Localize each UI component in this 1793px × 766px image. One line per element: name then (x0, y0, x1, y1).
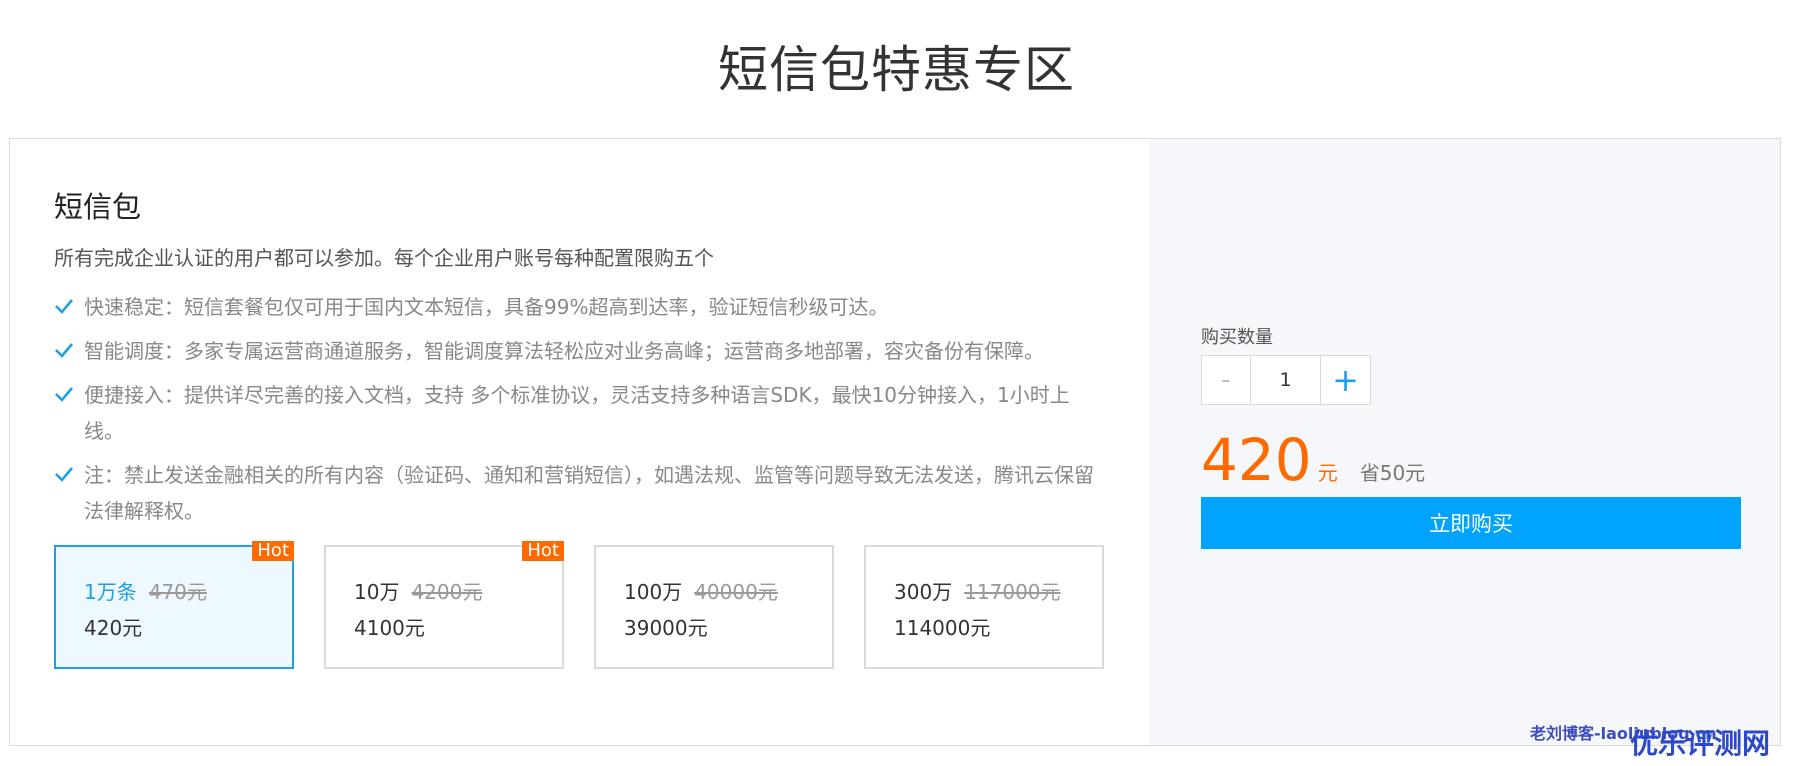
feature-text: 便捷接入：提供详尽完善的接入文档，支持 多个标准协议，灵活支持多种语言SDK，最… (84, 383, 1070, 443)
hot-badge: Hot (522, 541, 564, 561)
option-old-price: 470元 (148, 580, 207, 604)
decrease-button[interactable]: - (1201, 355, 1251, 405)
feature-text: 智能调度：多家专属运营商通道服务，智能调度算法轻松应对业务高峰；运营商多地部署，… (84, 339, 1044, 363)
page-title: 短信包特惠专区 (718, 41, 1075, 99)
total-price: 420 (1201, 426, 1312, 494)
option-100k[interactable]: Hot 10万 4200元 4100元 (324, 541, 564, 669)
feature-text: 快速稳定：短信套餐包仅可用于国内文本短信，具备99%超高到达率，验证短信秒级可达… (84, 295, 889, 319)
price-unit: 元 (1317, 461, 1338, 485)
feature-text: 注：禁止发送金融相关的所有内容（验证码、通知和营销短信），如遇法规、监管等问题导… (84, 463, 1094, 523)
buy-now-button[interactable]: 立即购买 (1201, 497, 1741, 549)
option-price: 114000元 (894, 616, 991, 640)
option-price: 39000元 (624, 616, 708, 640)
price-row: 420 元省50元 (1201, 427, 1425, 493)
option-3m[interactable]: 300万 117000元 114000元 (864, 545, 1104, 669)
check-icon (55, 467, 73, 482)
hot-badge: Hot (252, 541, 294, 561)
increase-button[interactable]: + (1321, 355, 1371, 405)
option-old-price: 117000元 (964, 580, 1061, 604)
option-amount: 100万 (624, 580, 683, 604)
option-price: 420元 (84, 616, 143, 640)
option-price: 4100元 (354, 616, 425, 640)
feature-list: 快速稳定：短信套餐包仅可用于国内文本短信，具备99%超高到达率，验证短信秒级可达… (54, 289, 1104, 537)
feature-item: 快速稳定：短信套餐包仅可用于国内文本短信，具备99%超高到达率，验证短信秒级可达… (54, 289, 1104, 325)
check-icon (55, 387, 73, 402)
quantity-stepper: - + (1201, 355, 1371, 405)
feature-item: 智能调度：多家专属运营商通道服务，智能调度算法轻松应对业务高峰；运营商多地部署，… (54, 333, 1104, 369)
option-amount: 1万条 (84, 580, 137, 604)
option-old-price: 40000元 (694, 580, 778, 604)
option-10k[interactable]: Hot 1万条 470元 420元 (54, 541, 294, 669)
check-icon (55, 299, 73, 314)
option-1m[interactable]: 100万 40000元 39000元 (594, 545, 834, 669)
purchase-sidebar: 购买数量 - + 420元省50元 立即购买 (1149, 139, 1780, 745)
package-panel: 短信包 所有完成企业认证的用户都可以参加。每个企业用户账号每种配置限购五个 快速… (9, 138, 1781, 746)
saving-text: 省50元 (1359, 461, 1426, 485)
quantity-label: 购买数量 (1201, 327, 1273, 348)
quantity-input[interactable] (1251, 355, 1321, 405)
option-old-price: 4200元 (411, 580, 483, 604)
option-amount: 300万 (894, 580, 953, 604)
feature-item: 便捷接入：提供详尽完善的接入文档，支持 多个标准协议，灵活支持多种语言SDK，最… (54, 377, 1104, 449)
package-description: 所有完成企业认证的用户都可以参加。每个企业用户账号每种配置限购五个 (54, 246, 714, 270)
feature-item: 注：禁止发送金融相关的所有内容（验证码、通知和营销短信），如遇法规、监管等问题导… (54, 457, 1104, 529)
package-title: 短信包 (54, 190, 142, 224)
watermark-logo-text: 优乐评测网 (1630, 727, 1771, 760)
check-icon (55, 343, 73, 358)
option-amount: 10万 (354, 580, 400, 604)
